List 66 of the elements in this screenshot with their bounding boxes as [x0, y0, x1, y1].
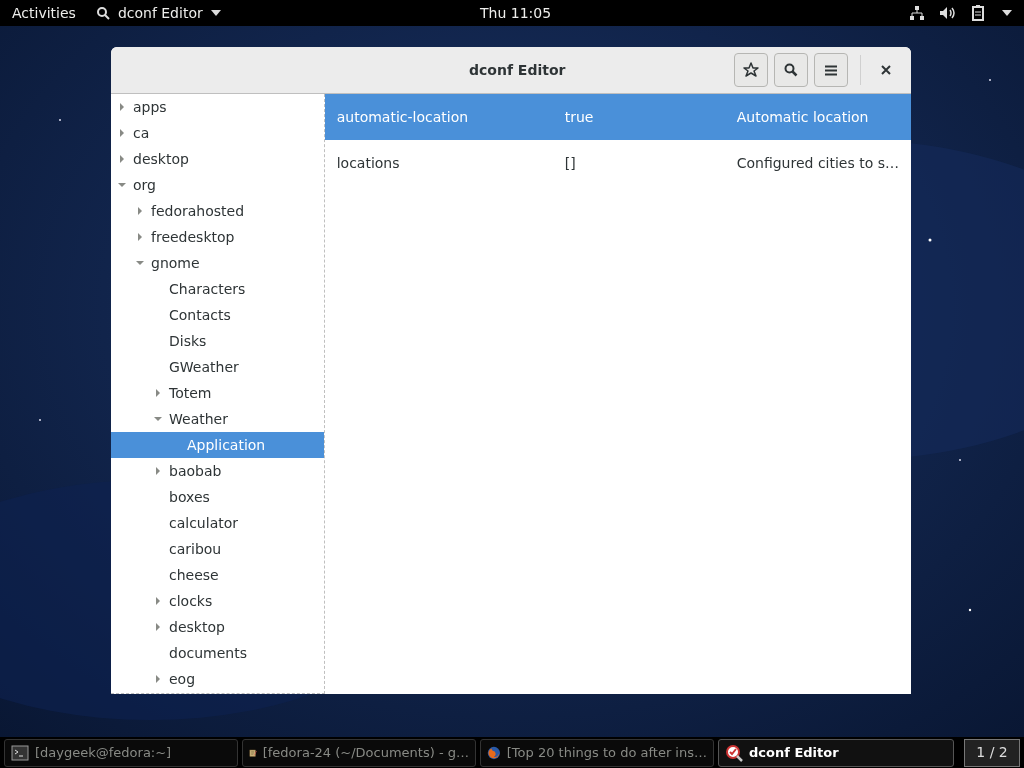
caret-icon — [210, 10, 221, 16]
expanded-arrow-icon[interactable] — [117, 180, 127, 190]
tree-item[interactable]: caribou — [111, 536, 324, 562]
collapsed-arrow-icon[interactable] — [153, 622, 163, 632]
clock[interactable]: Thu 11:05 — [480, 2, 552, 24]
menu-icon — [825, 64, 837, 76]
activities-button[interactable]: Activities — [12, 2, 76, 24]
collapsed-arrow-icon[interactable] — [135, 232, 145, 242]
tree-item[interactable]: Weather — [111, 406, 324, 432]
volume-icon[interactable] — [940, 6, 956, 20]
search-icon — [95, 6, 110, 20]
collapsed-arrow-icon[interactable] — [117, 128, 127, 138]
expanded-arrow-icon[interactable] — [135, 258, 145, 268]
collapsed-arrow-icon[interactable] — [153, 674, 163, 684]
battery-icon[interactable] — [972, 5, 986, 21]
window-title: dconf Editor — [469, 60, 566, 80]
close-icon — [881, 65, 891, 75]
tree-item[interactable]: boxes — [111, 484, 324, 510]
collapsed-arrow-icon[interactable] — [153, 466, 163, 476]
app-menu[interactable]: dconf Editor — [117, 2, 203, 24]
collapsed-arrow-icon[interactable] — [153, 388, 163, 398]
tree-item[interactable]: Contacts — [111, 302, 324, 328]
key-value: true — [564, 107, 595, 127]
search-icon — [784, 63, 798, 77]
tree-item[interactable]: gnome — [111, 250, 324, 276]
key-name: locations — [336, 153, 401, 173]
key-summary: Configured cities to s… — [736, 153, 899, 173]
key-value: [] — [564, 153, 577, 173]
collapsed-arrow-icon[interactable] — [153, 596, 163, 606]
star-icon — [743, 62, 759, 78]
search-button[interactable] — [774, 53, 808, 87]
menu-button[interactable] — [814, 53, 848, 87]
collapsed-arrow-icon[interactable] — [135, 206, 145, 216]
tree-item[interactable]: freedesktop — [111, 224, 324, 250]
tree-item[interactable]: baobab — [111, 458, 324, 484]
collapsed-arrow-icon[interactable] — [117, 154, 127, 164]
workspace-indicator[interactable]: 1 / 2 — [964, 738, 1020, 767]
taskbar-button[interactable]: [daygeek@fedora:~] — [4, 738, 238, 767]
tree-item[interactable]: desktop — [111, 614, 324, 640]
checkmark-magnifier-icon — [725, 743, 743, 762]
caret-icon[interactable] — [1002, 10, 1012, 16]
key-name: automatic-location — [336, 107, 470, 127]
tree-item[interactable]: calculator — [111, 510, 324, 536]
tree-item[interactable]: Totem — [111, 380, 324, 406]
tree-item[interactable]: documents — [111, 640, 324, 666]
tree-item[interactable]: eog — [111, 666, 324, 692]
tree-item[interactable]: Characters — [111, 276, 324, 302]
tree-item[interactable]: clocks — [111, 588, 324, 614]
tree-item[interactable]: Disks — [111, 328, 324, 354]
bookmark-button[interactable] — [734, 53, 768, 87]
taskbar-button[interactable]: [fedora-24 (~/Documents) - g… — [242, 738, 476, 767]
collapsed-arrow-icon[interactable] — [117, 102, 127, 112]
terminal-icon — [11, 743, 29, 762]
tree-item[interactable]: apps — [111, 94, 324, 120]
expanded-arrow-icon[interactable] — [153, 414, 163, 424]
tree-item[interactable]: ca — [111, 120, 324, 146]
key-summary: Automatic location — [736, 107, 869, 127]
taskbar-button[interactable]: [Top 20 things to do after ins… — [480, 738, 714, 767]
key-row[interactable]: locations [] Configured cities to s… — [324, 140, 911, 186]
tree-item[interactable]: desktop — [111, 146, 324, 172]
taskbar-button[interactable]: dconf Editor — [718, 738, 954, 767]
tree-item[interactable]: org — [111, 172, 324, 198]
tree-item[interactable]: cheese — [111, 562, 324, 588]
network-icon[interactable] — [910, 6, 924, 20]
tree-item[interactable]: GWeather — [111, 354, 324, 380]
tree-item[interactable]: fedorahosted — [111, 198, 324, 224]
